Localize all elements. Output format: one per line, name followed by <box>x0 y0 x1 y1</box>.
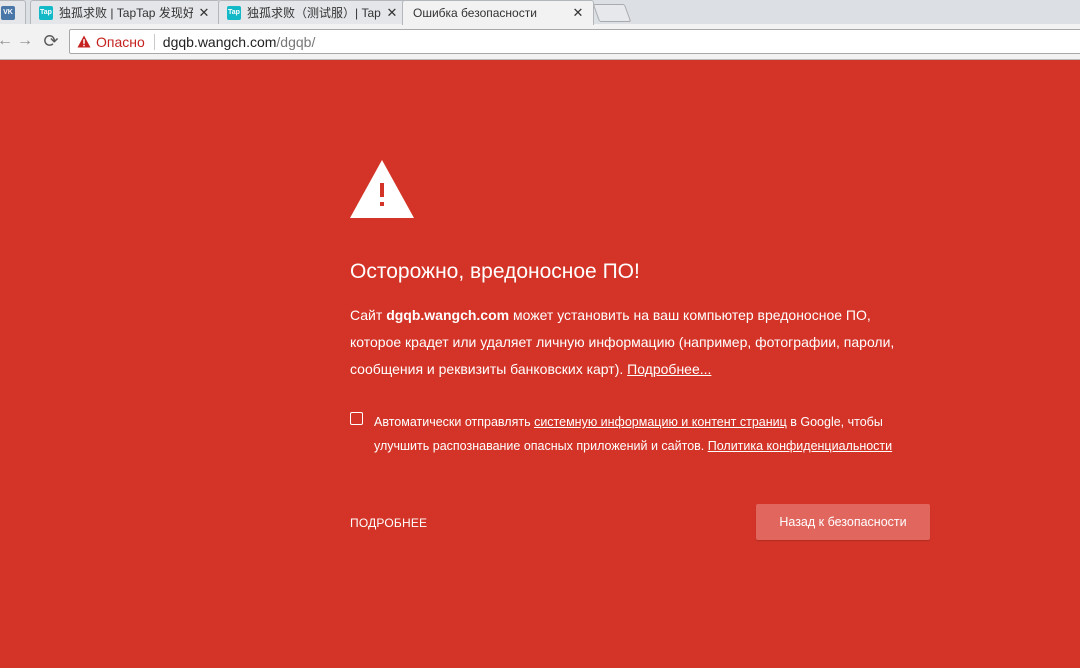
tab-title: 独孤求败（测试服）| Tap <box>247 6 381 20</box>
browser-window: VK Tap 独孤求败 | TapTap 发现好 ✕ Tap 独孤求败（测试服）… <box>0 0 1080 668</box>
send-report-checkbox[interactable] <box>350 412 363 425</box>
taptap-logo-icon: Tap <box>39 5 53 20</box>
forward-arrow-icon[interactable]: → <box>16 32 34 50</box>
close-tab-icon[interactable]: ✕ <box>197 5 211 20</box>
back-to-safety-button[interactable]: Назад к безопасности <box>756 504 930 540</box>
danger-warning-icon <box>77 35 91 48</box>
address-bar[interactable]: Опасно dgqb.wangch.com /dgqb/ <box>69 29 1080 54</box>
url-host: dgqb.wangch.com <box>162 33 277 50</box>
privacy-policy-link[interactable]: Политика конфиденциальности <box>708 439 892 453</box>
safe-browsing-optin: Автоматически отправлять системную инфор… <box>350 410 930 458</box>
tab-strip: VK Tap 独孤求败 | TapTap 发现好 ✕ Tap 独孤求败（测试服）… <box>0 0 1080 25</box>
security-status-label: Опасно <box>96 33 145 50</box>
vk-logo-icon: VK <box>1 5 15 20</box>
browser-toolbar: ← → ⟳ Опасно dgqb.wangch.com /dgqb/ <box>0 24 1080 60</box>
new-tab-button[interactable] <box>592 4 632 22</box>
reload-icon[interactable]: ⟳ <box>42 31 60 51</box>
tab-taptap-2[interactable]: Tap 独孤求败（测试服）| Tap ✕ <box>218 0 408 24</box>
para-text: которое крадет или удаляет личную информ… <box>350 334 895 350</box>
optin-text: Автоматически отправлять <box>374 415 535 429</box>
warning-description: Сайт dgqb.wangch.com может установить на… <box>350 302 930 383</box>
omnibox-divider <box>153 33 155 50</box>
para-text: сообщения и реквизиты банковских карт). <box>350 361 628 377</box>
system-info-link[interactable]: системную информацию и контент страниц <box>534 415 787 429</box>
malicious-site-name: dgqb.wangch.com <box>386 307 510 323</box>
optin-text: в Google, чтобы <box>786 415 883 429</box>
tab-security-error[interactable]: Ошибка безопасности ✕ <box>402 0 594 25</box>
tab-title: Ошибка безопасности <box>413 6 537 20</box>
details-button[interactable]: ПОДРОБНЕЕ <box>350 516 427 530</box>
taptap-logo-icon: Tap <box>227 5 241 20</box>
tab-title: 独孤求败 | TapTap 发现好 <box>59 6 193 20</box>
learn-more-link[interactable]: Подробнее... <box>627 361 711 377</box>
para-text: Сайт <box>350 307 387 323</box>
close-tab-icon[interactable]: ✕ <box>571 6 585 20</box>
tab-vk[interactable]: VK <box>0 0 26 24</box>
optin-text: улучшить распознавание опасных приложени… <box>374 439 708 453</box>
page-title: Осторожно, вредоносное ПО! <box>350 260 640 283</box>
para-text: может установить на ваш компьютер вредон… <box>509 307 871 323</box>
url-path: /dgqb/ <box>276 33 316 50</box>
warning-triangle-icon <box>350 160 414 218</box>
close-tab-icon[interactable]: ✕ <box>385 5 399 20</box>
back-arrow-icon[interactable]: ← <box>0 32 14 50</box>
tab-taptap-1[interactable]: Tap 独孤求败 | TapTap 发现好 ✕ <box>30 0 220 24</box>
